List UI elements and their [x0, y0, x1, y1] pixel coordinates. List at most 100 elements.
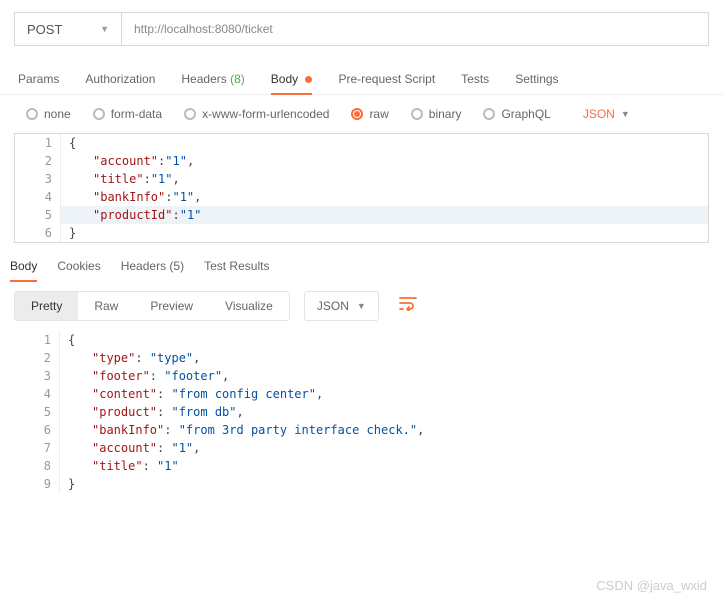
radio-form-data[interactable]: form-data	[93, 107, 162, 121]
code-text: {	[68, 333, 75, 347]
body-type-radio-group: none form-data x-www-form-urlencoded raw…	[0, 95, 723, 133]
http-method-value: POST	[27, 22, 62, 37]
line-number: 6	[15, 224, 61, 242]
json-key: "bankInfo"	[92, 423, 164, 437]
radio-raw[interactable]: raw	[351, 107, 388, 121]
tab-authorization[interactable]: Authorization	[85, 72, 155, 94]
tab-headers-label: Headers	[181, 72, 226, 86]
line-number: 3	[14, 367, 60, 385]
watermark: CSDN @java_wxid	[596, 578, 707, 593]
json-value: "1"	[151, 172, 173, 186]
code-text: }	[68, 477, 75, 491]
json-value: "1"	[165, 154, 187, 168]
json-value: "1"	[180, 208, 202, 222]
tab-settings[interactable]: Settings	[515, 72, 558, 94]
json-key: "title"	[92, 459, 143, 473]
json-value: "footer"	[164, 369, 222, 383]
line-number: 1	[14, 331, 60, 349]
response-tab-test-results[interactable]: Test Results	[204, 259, 269, 281]
code-text: }	[69, 226, 76, 240]
response-body-viewer[interactable]: 1{ 2"type": "type", 3"footer": "footer",…	[14, 331, 709, 493]
json-value: "type"	[150, 351, 193, 365]
view-tab-preview[interactable]: Preview	[134, 292, 209, 320]
radio-none-label: none	[44, 107, 71, 121]
line-number: 1	[15, 134, 61, 152]
line-number: 4	[14, 385, 60, 403]
radio-urlencoded[interactable]: x-www-form-urlencoded	[184, 107, 329, 121]
chevron-down-icon: ▼	[621, 109, 630, 119]
line-number: 9	[14, 475, 60, 493]
radio-raw-label: raw	[369, 107, 388, 121]
json-value: "1"	[172, 190, 194, 204]
json-key: "footer"	[92, 369, 150, 383]
json-key: "type"	[92, 351, 135, 365]
radio-icon	[184, 108, 196, 120]
request-tabs: Params Authorization Headers (8) Body Pr…	[0, 54, 723, 95]
line-number: 6	[14, 421, 60, 439]
response-format-value: JSON	[317, 299, 349, 313]
radio-icon	[411, 108, 423, 120]
url-input[interactable]	[122, 12, 709, 46]
json-value: "from config center"	[171, 387, 316, 401]
line-number: 2	[14, 349, 60, 367]
json-key: "bankInfo"	[93, 190, 165, 204]
json-key: "product"	[92, 405, 157, 419]
radio-binary[interactable]: binary	[411, 107, 462, 121]
json-key: "account"	[93, 154, 158, 168]
tab-body-label: Body	[271, 72, 298, 86]
body-format-value: JSON	[583, 107, 615, 121]
view-tab-visualize[interactable]: Visualize	[209, 292, 289, 320]
response-format-select[interactable]: JSON ▼	[304, 291, 379, 321]
chevron-down-icon: ▼	[100, 24, 109, 34]
radio-graphql-label: GraphQL	[501, 107, 550, 121]
radio-form-data-label: form-data	[111, 107, 162, 121]
tab-headers[interactable]: Headers (8)	[181, 72, 244, 94]
response-tab-headers[interactable]: Headers (5)	[121, 259, 184, 281]
response-tab-headers-label: Headers	[121, 259, 166, 273]
line-number: 3	[15, 170, 61, 188]
line-number: 7	[14, 439, 60, 457]
tab-tests[interactable]: Tests	[461, 72, 489, 94]
request-body-editor[interactable]: 1{ 2"account":"1", 3"title":"1", 4"bankI…	[14, 133, 709, 243]
tab-params[interactable]: Params	[18, 72, 59, 94]
tab-pre-request[interactable]: Pre-request Script	[338, 72, 435, 94]
request-bar: POST ▼	[0, 0, 723, 54]
json-key: "title"	[93, 172, 144, 186]
response-toolbar: Pretty Raw Preview Visualize JSON ▼	[0, 281, 723, 331]
response-tab-cookies[interactable]: Cookies	[57, 259, 100, 281]
json-value: "1"	[171, 441, 193, 455]
radio-icon	[26, 108, 38, 120]
modified-dot-icon	[305, 76, 312, 83]
radio-none[interactable]: none	[26, 107, 71, 121]
json-value: "from db"	[171, 405, 236, 419]
line-number: 2	[15, 152, 61, 170]
line-number: 5	[14, 403, 60, 421]
radio-urlencoded-label: x-www-form-urlencoded	[202, 107, 329, 121]
json-value: "from 3rd party interface check."	[179, 423, 417, 437]
radio-icon	[351, 108, 363, 120]
chevron-down-icon: ▼	[357, 301, 366, 311]
response-tab-headers-count: (5)	[169, 259, 184, 273]
response-tabs: Body Cookies Headers (5) Test Results	[0, 243, 723, 281]
radio-icon	[483, 108, 495, 120]
code-text: {	[69, 136, 76, 150]
body-format-select[interactable]: JSON ▼	[583, 107, 630, 121]
view-tab-raw[interactable]: Raw	[78, 292, 134, 320]
line-number: 4	[15, 188, 61, 206]
json-key: "account"	[92, 441, 157, 455]
http-method-select[interactable]: POST ▼	[14, 12, 122, 46]
tab-body[interactable]: Body	[271, 72, 313, 94]
json-value: "1"	[157, 459, 179, 473]
line-number: 5	[15, 206, 61, 224]
tab-headers-count: (8)	[230, 72, 245, 86]
json-key: "content"	[92, 387, 157, 401]
radio-graphql[interactable]: GraphQL	[483, 107, 550, 121]
radio-icon	[93, 108, 105, 120]
response-view-tabs: Pretty Raw Preview Visualize	[14, 291, 290, 321]
view-tab-pretty[interactable]: Pretty	[15, 292, 78, 320]
radio-binary-label: binary	[429, 107, 462, 121]
wrap-lines-icon[interactable]	[399, 297, 417, 316]
response-tab-body[interactable]: Body	[10, 259, 37, 281]
json-key: "productId"	[93, 208, 172, 222]
line-number: 8	[14, 457, 60, 475]
